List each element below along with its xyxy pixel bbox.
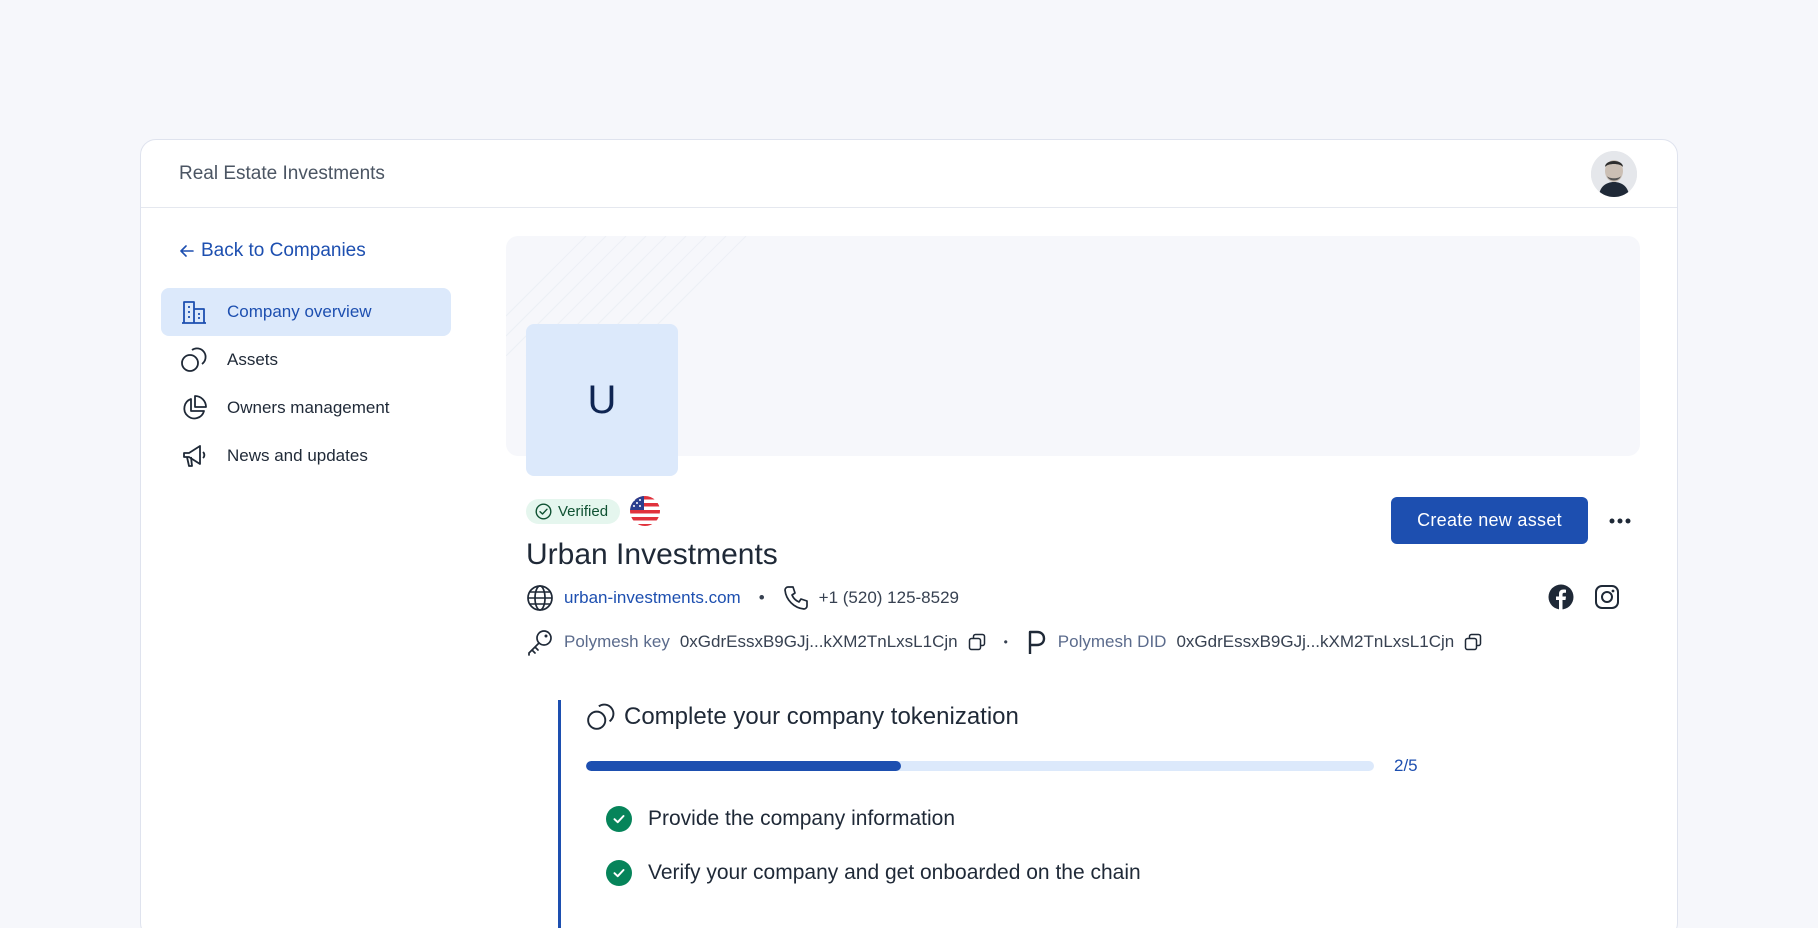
building-icon [179,297,209,327]
company-website-link[interactable]: urban-investments.com [564,588,741,608]
polymesh-did-value: 0xGdrEssxB9GJj...kXM2TnLxsL1Cjn [1176,632,1455,651]
checklist-item-label: Verify your company and get onboarded on… [648,861,1141,884]
keys-row: Polymesh key 0xGdrEssxB9GJj...kXM2TnLxsL… [526,628,1482,656]
instagram-icon[interactable] [1594,584,1620,615]
verified-badge: Verified [526,498,621,524]
us-flag-icon [630,496,661,526]
facebook-icon[interactable] [1548,584,1574,615]
globe-icon [527,585,553,611]
sidebar-item-label: News and updates [227,446,368,465]
coins-icon [587,703,615,730]
sidebar-item-label: Company overview [227,302,372,321]
copy-key-icon[interactable] [968,633,986,651]
polymesh-icon [1028,630,1045,654]
app-title: Real Estate Investments [179,162,385,184]
more-options-button[interactable] [1603,508,1637,534]
tokenization-checklist: Complete your company tokenization 2/5 P… [558,700,1558,928]
avatar[interactable] [1591,150,1637,197]
sidebar: Back to Companies Company overview Asset… [161,208,451,480]
company-badges: Verified [526,496,661,526]
sidebar-item-company-overview[interactable]: Company overview [161,288,451,336]
sidebar-item-label: Owners management [227,398,390,417]
polymesh-did-label: Polymesh DID [1057,632,1167,651]
top-bar: Real Estate Investments [141,140,1677,208]
megaphone-icon [179,441,209,471]
social-links [1548,584,1620,615]
progress-fill [586,761,902,771]
company-logo: U [526,324,678,476]
tokenization-title: Complete your company tokenization [624,703,1019,730]
app-window: Real Estate Investments Back to Companie… [140,139,1678,928]
more-horizontal-icon [1609,518,1631,524]
checklist-item: Verify your company and get onboarded on… [606,860,1558,886]
sidebar-item-owners-management[interactable]: Owners management [161,384,451,432]
check-circle-icon [535,502,552,520]
user-avatar-icon [1591,150,1637,197]
key-icon [528,630,552,656]
back-to-companies-link[interactable]: Back to Companies [179,240,451,262]
progress-count: 2/5 [1394,756,1418,775]
checklist-item: Provide the company information [606,806,1558,832]
separator-dot: • [1003,635,1008,649]
check-icon [606,806,632,832]
sidebar-item-news-and-updates[interactable]: News and updates [161,432,451,480]
separator-dot: • [758,588,765,607]
tokenization-title-row: Complete your company tokenization [586,702,1558,732]
checklist-item-label: Provide the company information [648,807,955,830]
check-icon [606,860,632,886]
sidebar-item-assets[interactable]: Assets [161,336,451,384]
create-new-asset-button[interactable]: Create new asset [1391,497,1588,544]
back-link-label: Back to Companies [201,240,366,261]
arrow-left-icon [180,245,194,257]
phone-icon [783,586,808,610]
pie-chart-icon [179,393,209,423]
sidebar-item-label: Assets [227,350,279,369]
verified-label: Verified [558,502,609,520]
company-phone: +1 (520) 125-8529 [818,588,959,607]
tokenization-progress: 2/5 [586,756,1558,776]
progress-track [586,761,1374,771]
copy-did-icon[interactable] [1464,633,1482,651]
polymesh-key-label: Polymesh key [564,632,670,651]
sidebar-nav: Company overview Assets Owners managemen… [161,288,451,480]
polymesh-key-value: 0xGdrEssxB9GJj...kXM2TnLxsL1Cjn [679,632,958,651]
contact-row: urban-investments.com • +1 (520) 125-852… [526,584,959,612]
coins-icon [179,345,209,375]
company-name: Urban Investments [526,538,778,571]
